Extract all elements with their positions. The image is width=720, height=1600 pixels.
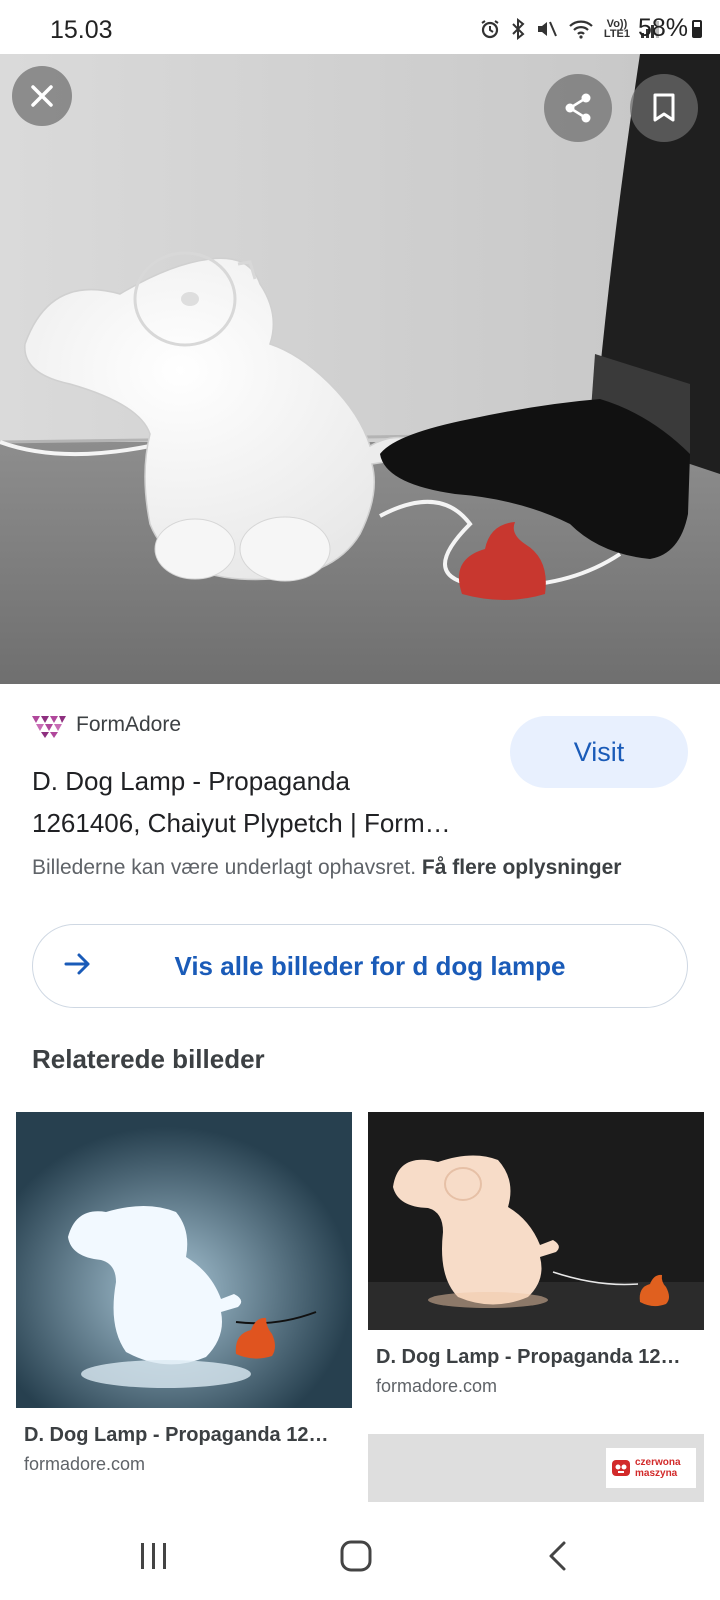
glowing-dog-lamp-photo <box>16 1112 352 1408</box>
recents-button[interactable] <box>124 1526 184 1586</box>
source-row[interactable]: FormAdore <box>32 712 181 738</box>
robot-logo-icon <box>612 1460 630 1476</box>
visit-button[interactable]: Visit <box>510 716 688 788</box>
related-image-1[interactable] <box>16 1112 352 1408</box>
share-button[interactable] <box>544 74 612 142</box>
copyright-notice: Billederne kan være underlagt ophavsret.… <box>32 856 702 880</box>
related-images-heading: Relaterede billeder <box>32 1044 265 1074</box>
related-title-1[interactable]: D. Dog Lamp - Propaganda 12… <box>24 1424 328 1447</box>
view-all-images-button[interactable]: Vis alle billeder for d dog lampe <box>32 924 688 1008</box>
formadore-logo-icon <box>32 716 66 738</box>
arrow-right-icon <box>64 953 90 975</box>
view-all-images-label: Vis alle billeder for d dog lampe <box>174 950 566 981</box>
battery-icon <box>692 19 702 38</box>
hero-image[interactable] <box>0 54 720 684</box>
battery-indicator: 58% <box>638 14 702 43</box>
bookmark-icon <box>653 93 675 122</box>
system-nav-bar <box>0 1508 720 1600</box>
wifi-icon <box>569 20 593 39</box>
logo-text-1: czerwona <box>635 1457 681 1468</box>
recents-icon <box>141 1543 166 1569</box>
bluetooth-icon <box>512 18 525 40</box>
home-button[interactable] <box>326 1526 386 1586</box>
back-button[interactable] <box>528 1526 588 1586</box>
close-icon <box>31 85 53 107</box>
related-title-2[interactable]: D. Dog Lamp - Propaganda 12… <box>376 1346 680 1369</box>
battery-percent: 58% <box>637 14 688 42</box>
more-info-link[interactable]: Få flere oplysninger <box>422 856 622 879</box>
bookmark-button[interactable] <box>630 74 698 142</box>
alarm-icon <box>481 20 499 39</box>
warm-dog-lamp-photo <box>368 1112 704 1330</box>
home-icon <box>340 1540 372 1572</box>
back-icon <box>549 1541 566 1571</box>
related-image-2[interactable] <box>368 1112 704 1330</box>
source-name: FormAdore <box>76 713 182 736</box>
close-button[interactable] <box>12 66 72 126</box>
copyright-text: Billederne kan være underlagt ophavsret. <box>32 856 417 879</box>
result-title[interactable]: D. Dog Lamp - Propaganda 1261406, Chaiyu… <box>32 760 492 844</box>
status-icons: Vo)) LTE1 <box>480 18 660 40</box>
volte-icon: Vo)) LTE1 <box>603 18 630 40</box>
related-domain-2: formadore.com <box>376 1376 498 1396</box>
status-bar: 15.03 Vo)) LTE1 58% <box>0 0 720 54</box>
status-time: 15.03 <box>50 16 113 44</box>
result-title-line2: 1261406, Chaiyut Plypetch | Form… <box>32 808 451 838</box>
dog-lamp-photo <box>0 54 720 684</box>
logo-text-2: maszyna <box>635 1468 678 1479</box>
related-image-3[interactable]: czerwona maszyna <box>368 1434 704 1502</box>
related-domain-1: formadore.com <box>24 1454 146 1474</box>
share-icon <box>565 93 591 123</box>
result-title-line1: D. Dog Lamp - Propaganda <box>32 766 350 796</box>
mute-icon <box>537 21 557 37</box>
czerwona-maszyna-logo: czerwona maszyna <box>606 1448 696 1488</box>
